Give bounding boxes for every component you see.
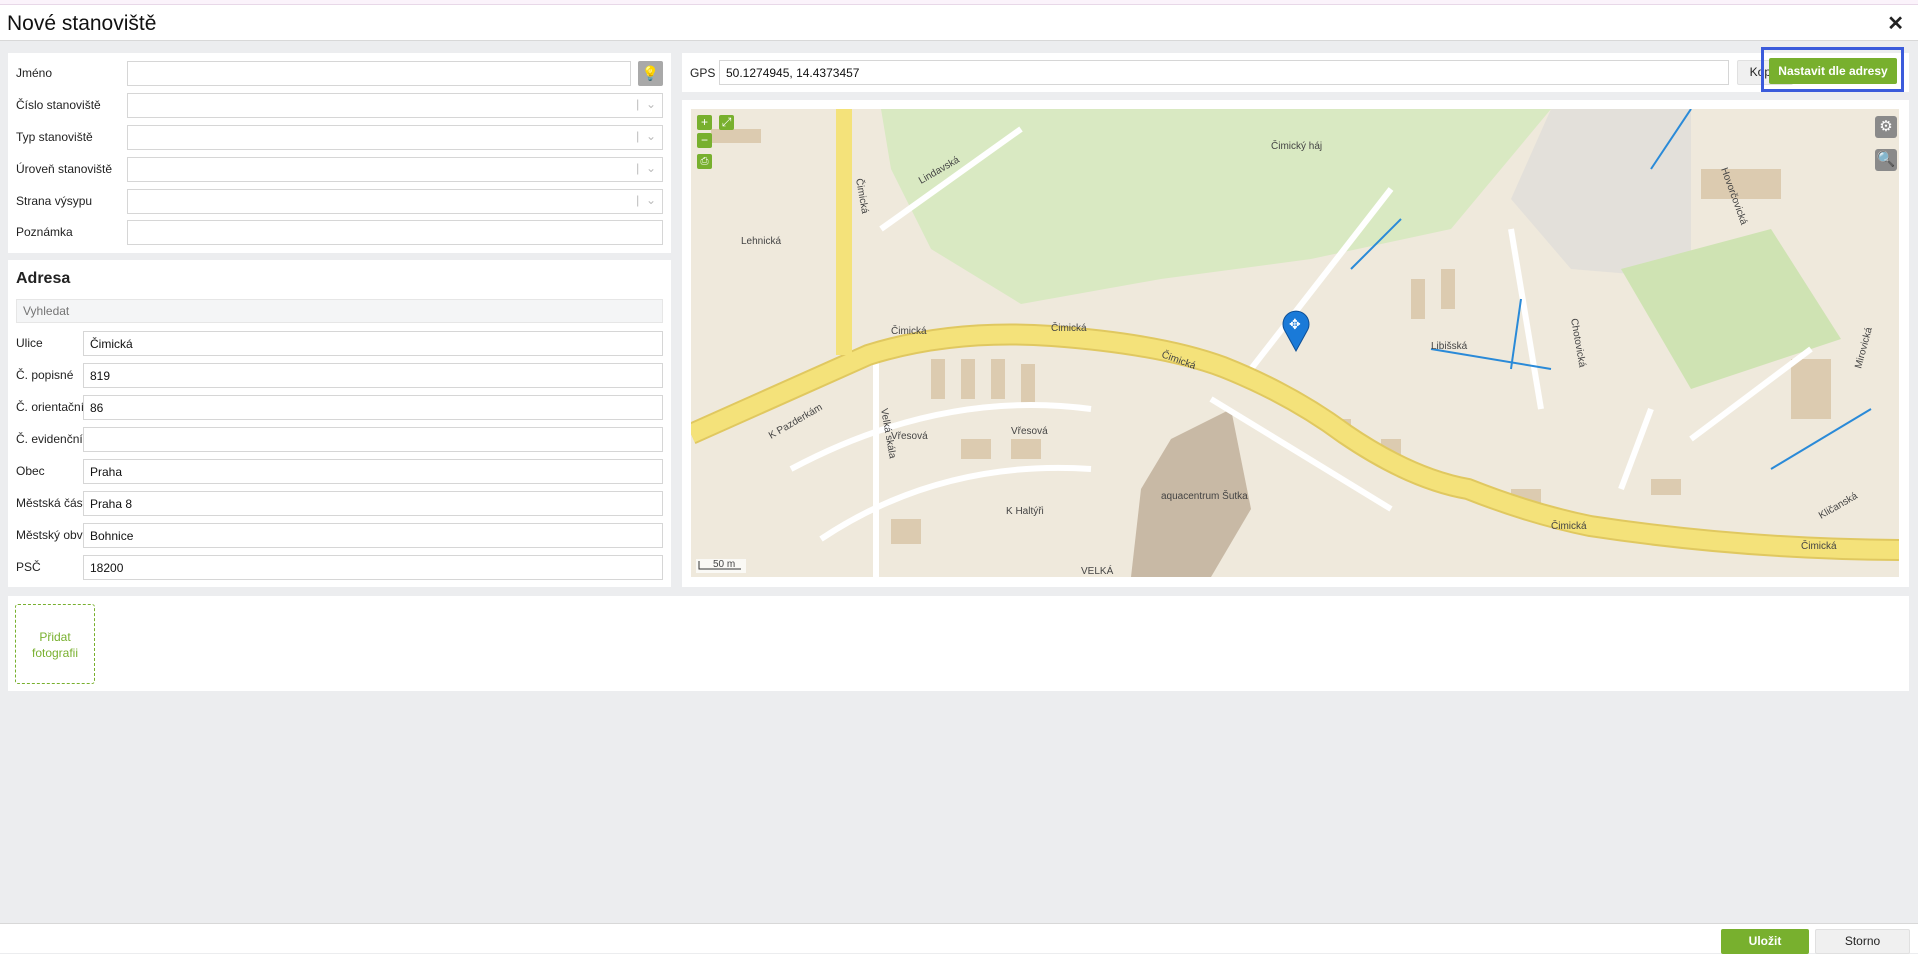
add-photo-label-2: fotografii [31,646,79,660]
address-row: PSČ 18200 [16,555,663,580]
dialog-title: Nové stanoviště [7,12,157,35]
address-row: Č. popisné 819 [16,363,663,388]
map-canvas[interactable]: Čimická Čimická Čimická Čimická Čimická … [691,109,1899,577]
label-cimicka-4: Čimická [1551,519,1587,532]
side-label: Strana výsypu [16,194,93,208]
street-input[interactable]: Čimická [83,331,663,356]
number-label: Číslo stanoviště [16,98,101,112]
gps-bar: GPS Kopie Nastavit dle adresy [682,47,1909,92]
note-input[interactable] [127,220,663,245]
label-vresova-2: Vřesová [1011,426,1048,437]
label-velka: VELKÁ [1081,564,1114,577]
address-field-label: Č. evidenční [16,432,83,446]
gps-label: GPS [690,66,716,80]
search-icon[interactable]: 🔍 [1875,149,1897,171]
level-select[interactable]: | ⌄ [127,157,663,182]
address-search-input[interactable] [16,299,663,323]
address-field-label: Městská část [16,496,87,510]
address-field-label: Č. orientační [16,400,85,414]
address-heading: Adresa [16,270,71,287]
map-panel: Čimická Čimická Čimická Čimická Čimická … [682,100,1909,587]
label-cimicka-1: Čimická [891,324,927,337]
chevron-down-icon: | ⌄ [636,193,656,207]
cancel-button[interactable]: Storno [1815,929,1910,954]
zoom-out-icon[interactable]: − [697,133,712,148]
chevron-down-icon: | ⌄ [636,129,656,143]
zoom-in-icon[interactable]: + [697,115,712,130]
number-select[interactable]: | ⌄ [127,93,663,118]
move-icon: ✥ [1289,316,1301,332]
address-field-label: PSČ [16,560,41,574]
district-input[interactable]: Bohnice [83,523,663,548]
label-cimicka-2: Čimická [1051,321,1087,334]
level-label: Úroveň stanoviště [16,162,113,176]
name-label: Jméno [16,66,53,80]
address-row: Městský obvod Bohnice [16,523,663,548]
add-photo-button[interactable]: Přidat fotografii [15,604,95,684]
address-row: Obec Praha [16,459,663,484]
close-icon[interactable]: ✕ [1887,11,1904,36]
footer: Uložit Storno [0,923,1918,954]
address-field-label: Č. popisné [16,368,74,382]
registration-number-input[interactable] [83,427,663,452]
city-part-input[interactable]: Praha 8 [83,491,663,516]
print-icon[interactable]: ⎙ [697,154,712,169]
label-aquacentrum: aquacentrum Šutka [1161,489,1248,502]
type-select[interactable]: | ⌄ [127,125,663,150]
house-number-input[interactable]: 819 [83,363,663,388]
label-vresova: Vřesová [891,431,928,442]
address-field-label: Ulice [16,336,43,350]
chevron-down-icon: | ⌄ [636,97,656,111]
scale-label: 50 m [713,559,735,570]
orientation-number-input[interactable]: 86 [83,395,663,420]
address-row: Č. orientační 86 [16,395,663,420]
gps-input[interactable] [719,60,1729,85]
scale-bar: 50 m [696,559,746,573]
dialog-header: Nové stanoviště ✕ [0,5,1918,41]
postal-code-input[interactable]: 18200 [83,555,663,580]
address-row: Ulice Čimická [16,331,663,356]
address-field-label: Obec [16,464,45,478]
label-libisska: Libišská [1431,341,1468,352]
type-label: Typ stanoviště [16,130,93,144]
label-cimicka-5: Čimická [1801,539,1837,552]
add-photo-label: Přidat [39,630,71,644]
map[interactable]: Čimická Čimická Čimická Čimická Čimická … [691,109,1899,577]
gear-icon[interactable]: ⚙ [1875,116,1897,138]
name-input[interactable] [127,61,631,86]
chevron-down-icon: | ⌄ [636,161,656,175]
city-input[interactable]: Praha [83,459,663,484]
label-cimicky-haj: Čimický háj [1271,139,1322,152]
address-row: Č. evidenční [16,427,663,452]
address-panel: Adresa Ulice Čimická Č. popisné 819 Č. ori… [8,260,671,587]
note-label: Poznámka [16,225,73,239]
basic-form-panel: Jméno 💡 Číslo stanoviště | ⌄ Typ stanovi… [8,53,671,253]
save-button[interactable]: Uložit [1721,929,1809,954]
set-by-address-button[interactable]: Nastavit dle adresy [1769,58,1897,84]
label-haltyri: K Haltýři [1006,506,1044,517]
photos-panel: Přidat fotografii [8,596,1909,691]
side-select[interactable]: | ⌄ [127,189,663,214]
label-lehnicka: Lehnická [741,236,781,247]
address-row: Městská část Praha 8 [16,491,663,516]
fullscreen-icon[interactable]: ⤢ [719,115,734,130]
lightbulb-icon[interactable]: 💡 [638,61,663,86]
